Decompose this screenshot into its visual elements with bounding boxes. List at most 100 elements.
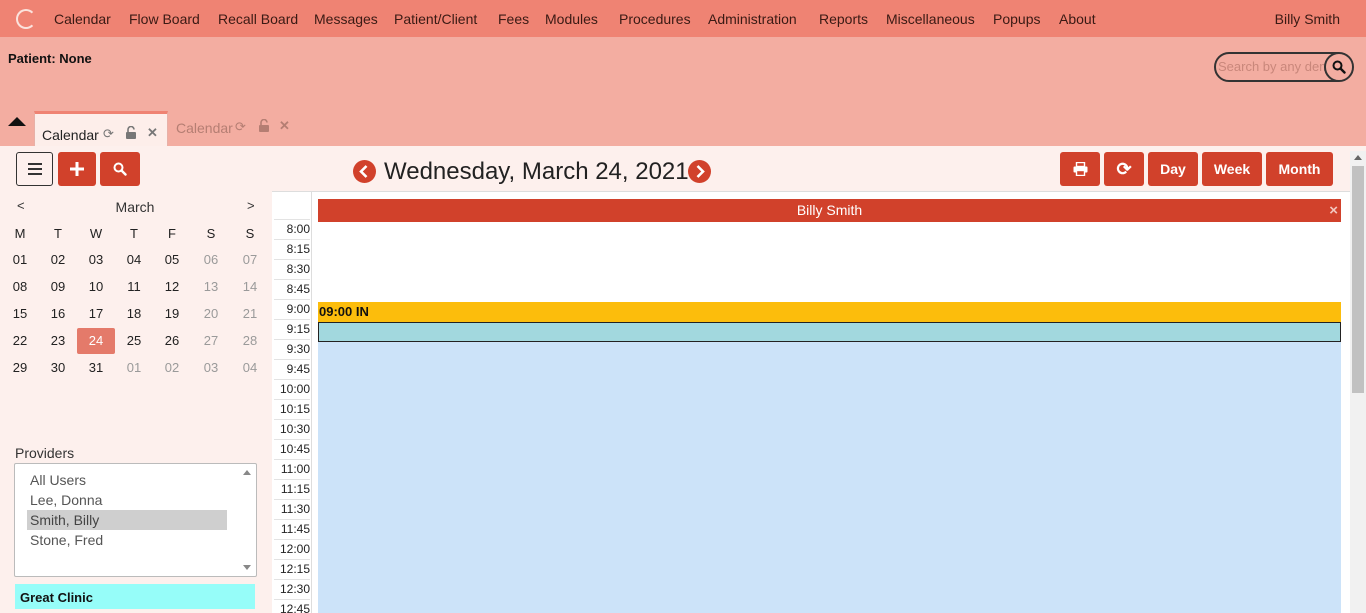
mini-cal-day[interactable]: 25	[115, 328, 153, 354]
menu-procedures[interactable]: Procedures	[619, 11, 691, 27]
mini-cal-day[interactable]: 12	[153, 274, 191, 300]
menu-modules[interactable]: Modules	[545, 11, 598, 27]
search-input[interactable]	[1218, 59, 1328, 74]
mini-cal-day[interactable]: 09	[39, 274, 77, 300]
next-day-button[interactable]	[688, 160, 711, 183]
mini-cal-day[interactable]: 03	[77, 247, 115, 273]
facility-label[interactable]: Great Clinic	[15, 584, 255, 609]
mini-cal-day[interactable]: 20	[192, 301, 230, 327]
collapse-arrow-icon[interactable]	[8, 117, 26, 126]
weekday-label: M	[14, 226, 26, 241]
mini-cal-day[interactable]: 13	[192, 274, 230, 300]
mini-cal-day[interactable]: 18	[115, 301, 153, 327]
tab-label: Calendar	[42, 127, 99, 143]
mini-cal-day[interactable]: 31	[77, 355, 115, 381]
page-scrollbar[interactable]	[1350, 151, 1366, 613]
provider-option[interactable]: All Users	[27, 470, 227, 490]
weekday-label: S	[245, 226, 255, 241]
mini-cal-day[interactable]: 16	[39, 301, 77, 327]
close-icon[interactable]: ×	[1329, 199, 1338, 222]
mini-cal-day[interactable]: 02	[153, 355, 191, 381]
mini-cal-day[interactable]: 15	[1, 301, 39, 327]
app-logo-icon[interactable]	[16, 9, 36, 29]
menu-administration[interactable]: Administration	[708, 11, 797, 27]
print-button[interactable]	[1060, 152, 1100, 186]
mini-cal-day[interactable]: 30	[39, 355, 77, 381]
menu-recall-board[interactable]: Recall Board	[218, 11, 298, 27]
mini-cal-day[interactable]: 04	[231, 355, 269, 381]
provider-option-selected[interactable]: Smith, Billy	[27, 510, 227, 530]
mini-cal-next-button[interactable]: >	[247, 198, 255, 213]
providers-select[interactable]: All Users Lee, Donna Smith, Billy Stone,…	[14, 463, 257, 577]
time-slot: 9:30	[274, 339, 310, 359]
refresh-icon[interactable]: ⟳	[103, 126, 114, 142]
mini-cal-day[interactable]: 27	[192, 328, 230, 354]
mini-cal-day[interactable]: 01	[1, 247, 39, 273]
mini-cal-day[interactable]: 28	[231, 328, 269, 354]
menu-patient-client[interactable]: Patient/Client	[394, 11, 477, 27]
scrollbar-thumb[interactable]	[1352, 166, 1364, 393]
time-slot: 10:00	[274, 379, 310, 399]
mini-cal-day[interactable]: 01	[115, 355, 153, 381]
mini-cal-day[interactable]: 05	[153, 247, 191, 273]
time-slot: 10:15	[274, 399, 310, 419]
mini-cal-day[interactable]: 06	[192, 247, 230, 273]
menu-fees[interactable]: Fees	[498, 11, 529, 27]
available-time-block[interactable]	[318, 342, 1341, 613]
menu-calendar[interactable]: Calendar	[54, 11, 111, 27]
day-view-button[interactable]: Day	[1148, 152, 1198, 186]
week-view-button[interactable]: Week	[1202, 152, 1262, 186]
search-appointments-button[interactable]	[100, 152, 140, 186]
menu-popups[interactable]: Popups	[993, 11, 1040, 27]
mini-cal-day[interactable]: 11	[115, 274, 153, 300]
provider-option[interactable]: Stone, Fred	[27, 530, 227, 550]
menu-reports[interactable]: Reports	[819, 11, 868, 27]
time-slot: 11:15	[274, 479, 310, 499]
patient-label: Patient: None	[8, 51, 92, 66]
menu-miscellaneous[interactable]: Miscellaneous	[886, 11, 975, 27]
refresh-icon[interactable]: ⟳	[235, 119, 246, 135]
mini-cal-day[interactable]: 17	[77, 301, 115, 327]
appointment-slot[interactable]	[318, 322, 1341, 342]
mini-cal-day[interactable]: 19	[153, 301, 191, 327]
close-icon[interactable]: ✕	[147, 125, 158, 141]
time-slot: 9:45	[274, 359, 310, 379]
mini-cal-day[interactable]: 14	[231, 274, 269, 300]
menu-messages[interactable]: Messages	[314, 11, 378, 27]
mini-cal-day[interactable]: 02	[39, 247, 77, 273]
time-slot: 11:00	[274, 459, 310, 479]
list-scroll-up-icon[interactable]	[243, 470, 251, 475]
plus-icon	[70, 162, 84, 176]
mini-cal-day-selected[interactable]: 24	[77, 328, 115, 354]
refresh-button[interactable]: ⟳	[1104, 152, 1144, 186]
prev-day-button[interactable]	[353, 160, 376, 183]
add-appointment-button[interactable]	[58, 152, 96, 186]
mini-cal-day[interactable]: 22	[1, 328, 39, 354]
mini-cal-day[interactable]: 10	[77, 274, 115, 300]
tab-calendar-active[interactable]: Calendar ⟳ ✕	[34, 111, 168, 146]
close-icon[interactable]: ✕	[279, 118, 290, 134]
month-view-button[interactable]: Month	[1266, 152, 1333, 186]
search-icon	[1332, 60, 1346, 74]
mini-cal-day[interactable]: 04	[115, 247, 153, 273]
user-menu[interactable]: Billy Smith	[1275, 11, 1340, 27]
menu-about[interactable]: About	[1059, 11, 1096, 27]
menu-flow-board[interactable]: Flow Board	[129, 11, 200, 27]
mini-cal-day[interactable]: 26	[153, 328, 191, 354]
mini-cal-day[interactable]: 07	[231, 247, 269, 273]
tab-calendar[interactable]: Calendar ⟳ ✕	[170, 111, 300, 146]
mini-cal-day[interactable]: 03	[192, 355, 230, 381]
menu-toggle-button[interactable]	[16, 152, 53, 186]
provider-option[interactable]: Lee, Donna	[27, 490, 227, 510]
unlock-icon[interactable]	[258, 118, 270, 135]
scroll-up-icon[interactable]	[1354, 155, 1362, 160]
mini-cal-day[interactable]: 08	[1, 274, 39, 300]
in-office-event[interactable]: 09:00 IN	[318, 302, 1341, 322]
unlock-icon[interactable]	[125, 125, 137, 142]
search-button[interactable]	[1324, 54, 1352, 80]
mini-cal-day[interactable]: 23	[39, 328, 77, 354]
time-slot: 11:45	[274, 519, 310, 539]
mini-cal-day[interactable]: 21	[231, 301, 269, 327]
mini-cal-day[interactable]: 29	[1, 355, 39, 381]
list-scroll-down-icon[interactable]	[243, 565, 251, 570]
